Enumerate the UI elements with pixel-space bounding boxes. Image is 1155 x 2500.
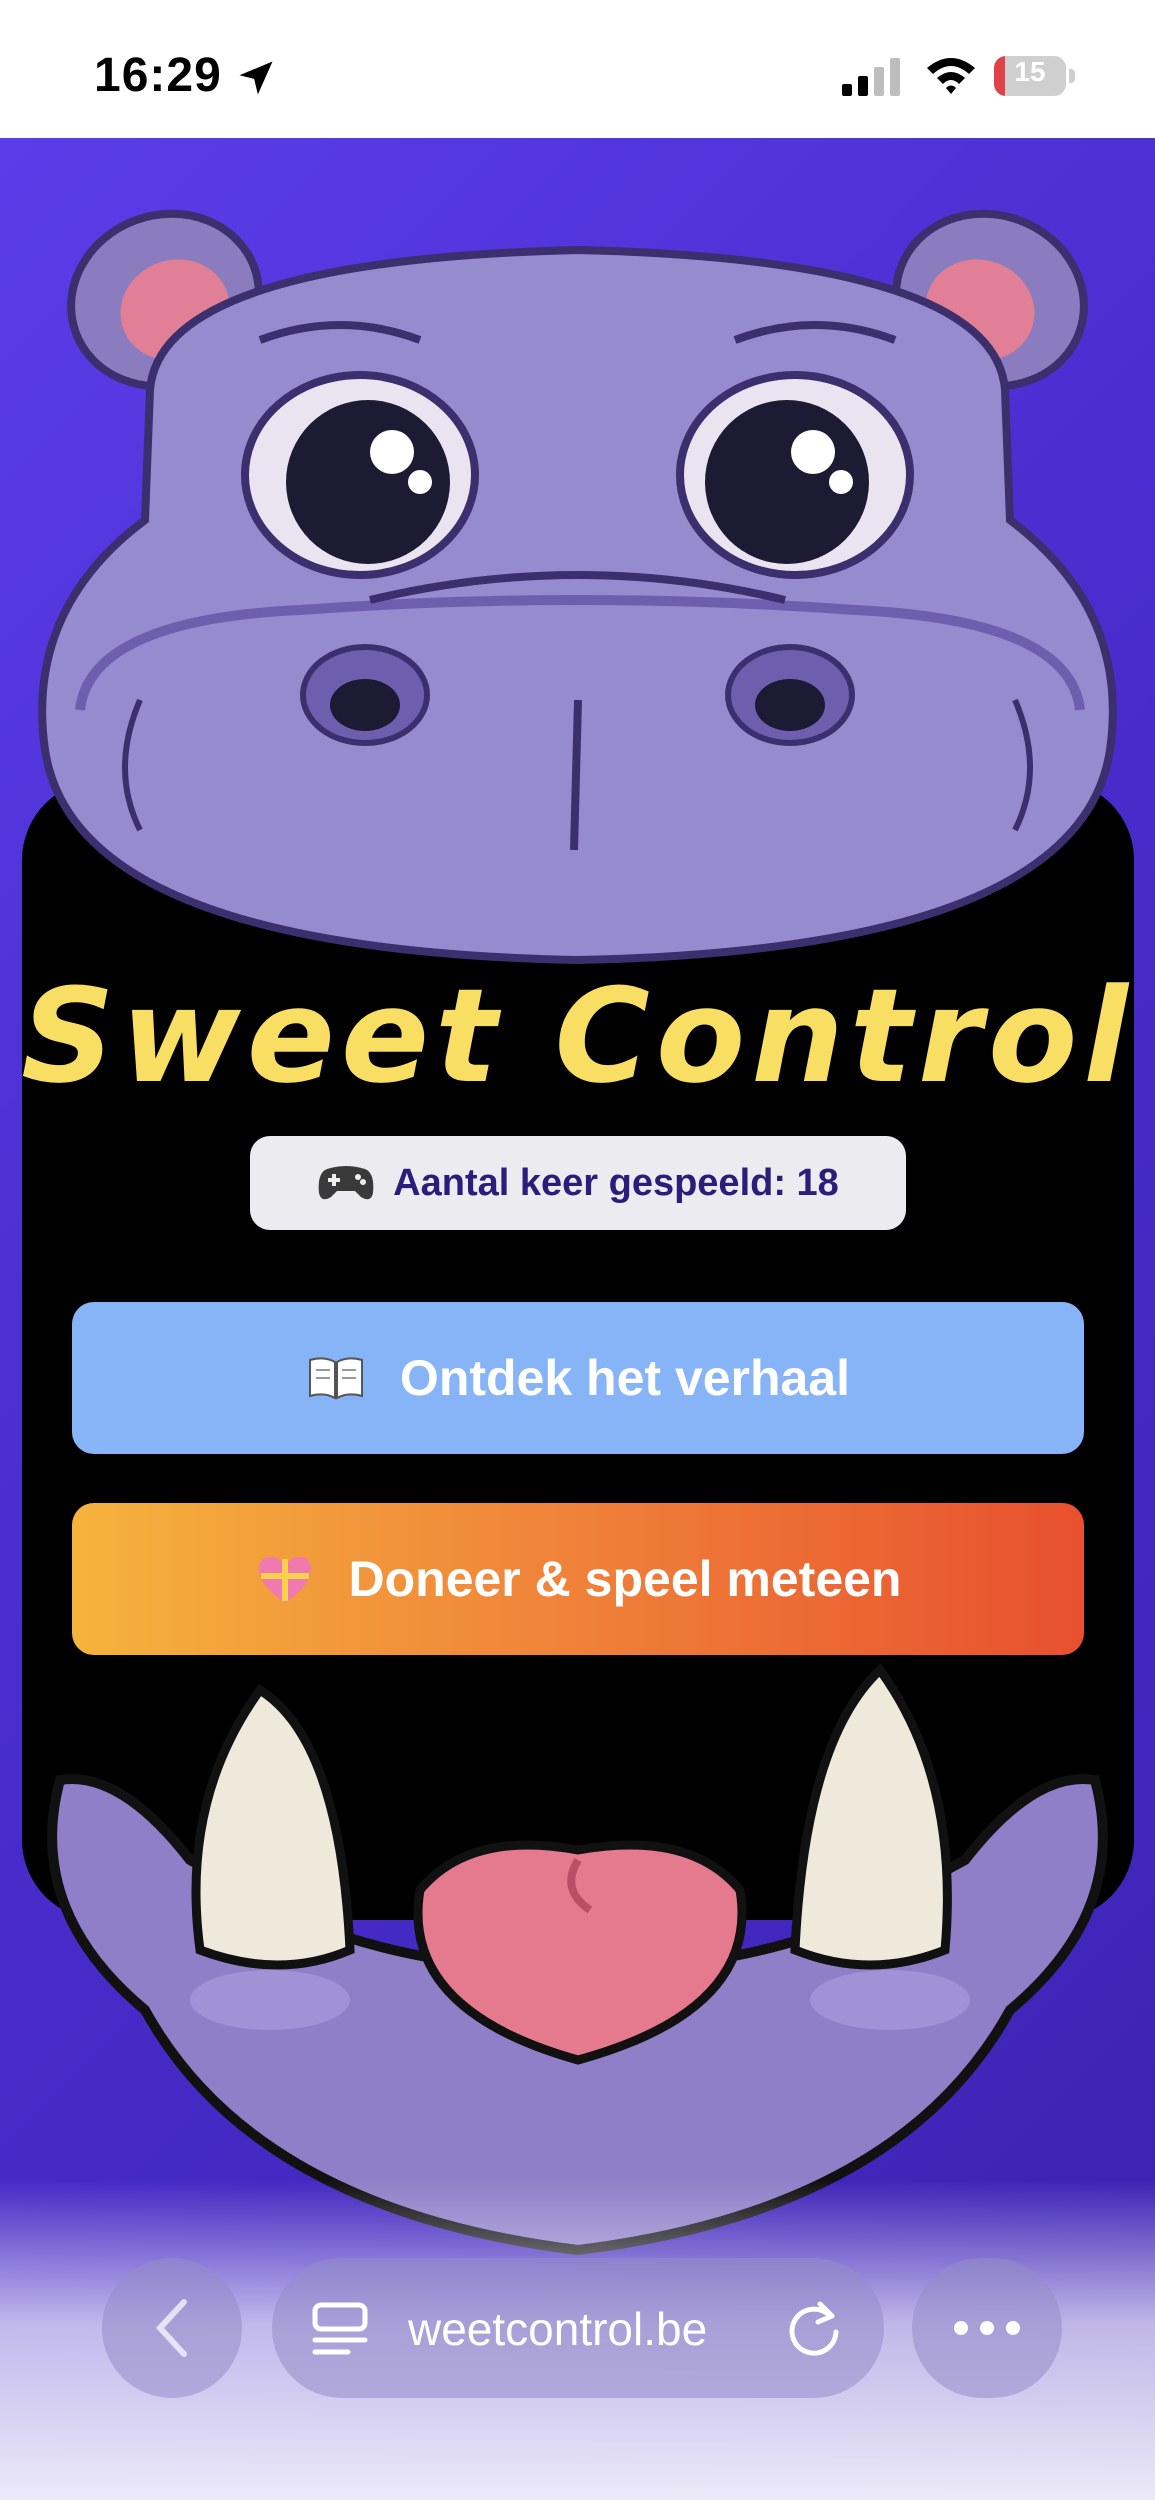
browser-more-button[interactable] xyxy=(912,2258,1062,2398)
wifi-icon xyxy=(927,58,975,94)
cellular-signal-icon xyxy=(842,58,900,96)
play-counter-text: Aantal keer gespeeld: 18 xyxy=(393,1161,839,1204)
reload-icon[interactable] xyxy=(784,2298,844,2358)
url-text: weetcontrol.be xyxy=(408,2303,708,2355)
page-title: Sweet Control xyxy=(21,960,1134,1112)
chevron-left-icon xyxy=(155,2299,187,2357)
page-format-icon xyxy=(312,2302,368,2355)
location-arrow-icon xyxy=(239,61,273,95)
discover-story-label: Ontdek het verhaal xyxy=(399,1350,851,1406)
open-book-icon xyxy=(308,1357,363,1400)
discover-story-button[interactable]: Ontdek het verhaal xyxy=(72,1302,1084,1454)
donate-play-label: Doneer & speel meteen xyxy=(348,1551,902,1607)
battery-level: 15 xyxy=(1014,56,1046,87)
gift-heart-icon xyxy=(258,1557,311,1603)
battery-indicator: 15 xyxy=(994,56,1078,96)
browser-back-button[interactable] xyxy=(102,2258,242,2398)
hippo-head-illustration xyxy=(38,209,1117,965)
hippo-jaw-illustration xyxy=(47,1663,1108,2256)
status-time: 16:29 xyxy=(94,49,222,102)
game-controller-icon xyxy=(318,1166,374,1200)
play-counter-badge: Aantal keer gespeeld: 18 xyxy=(250,1136,906,1230)
donate-play-button[interactable]: Doneer & speel meteen xyxy=(72,1503,1084,1655)
address-bar[interactable]: weetcontrol.be xyxy=(272,2258,884,2398)
status-bar: 16:29 15 xyxy=(0,0,1155,138)
more-icon xyxy=(954,2321,968,2335)
